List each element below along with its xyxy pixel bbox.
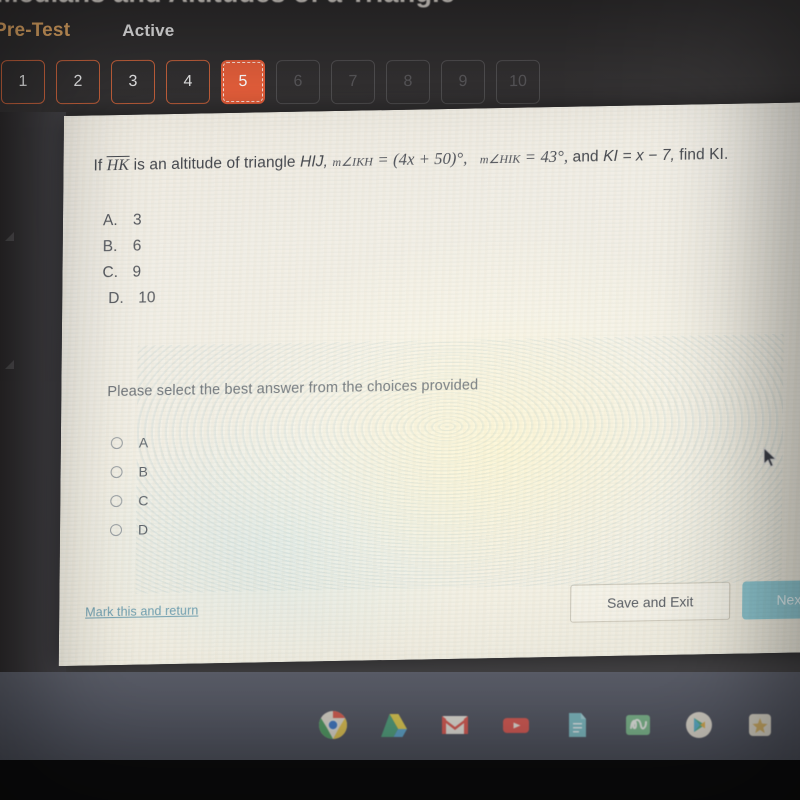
question-nav-item-5[interactable]: 5 <box>221 59 265 105</box>
taskbar-icon-row[interactable] <box>0 700 800 750</box>
assignment-state-label: Active <box>122 21 175 40</box>
radio-button-icon-c[interactable] <box>110 494 123 507</box>
next-button[interactable]: Next <box>742 579 800 620</box>
footer-buttons: Save and Exit Next <box>569 579 800 623</box>
question-nav-item-4[interactable]: 4 <box>166 59 210 105</box>
radio-label-b: B <box>138 462 148 480</box>
chrome-icon[interactable] <box>316 708 350 742</box>
segment-hk-label: HK <box>106 155 130 175</box>
question-nav-item-9: 9 <box>441 59 485 105</box>
mark-and-return-link[interactable]: Mark this and return <box>85 604 198 620</box>
choice-list: A. 3 B. 6 C. 9 D. 10 <box>102 195 800 312</box>
screen-photo: Medians and Altitudes of a Triangle Pre-… <box>0 0 800 800</box>
question-nav-item-3[interactable]: 3 <box>111 59 155 105</box>
question-seg-if: If <box>93 157 103 175</box>
angle-ikh-name: m∠IKH <box>332 154 374 170</box>
save-and-exit-button[interactable]: Save and Exit <box>569 581 731 623</box>
page-title: Medians and Altitudes of a Triangle <box>0 0 800 9</box>
choice-d-letter: D. <box>108 289 124 308</box>
question-nav-item-6: 6 <box>276 59 320 105</box>
triangle-hij-label: HIJ, <box>299 153 329 171</box>
answer-radio-group[interactable]: A B C D <box>109 415 800 544</box>
choice-a-letter: A. <box>102 212 118 230</box>
assignment-status-row: Pre-Test Active <box>0 20 174 42</box>
equals-sign-2: = <box>524 147 537 167</box>
gmail-icon[interactable] <box>438 708 472 742</box>
bezel-artifact-1 <box>5 232 14 241</box>
choice-d-value: 10 <box>138 289 156 307</box>
google-drive-icon[interactable] <box>377 708 411 742</box>
answer-prompt: Please select the best answer from the c… <box>107 377 479 401</box>
bezel-artifact-2 <box>5 360 14 369</box>
radio-button-icon-b[interactable] <box>110 465 123 478</box>
choice-c-letter: C. <box>102 264 119 282</box>
question-seg-mid: is an altitude of triangle <box>133 153 296 174</box>
choice-b-letter: B. <box>102 238 118 256</box>
question-nav-item-2[interactable]: 2 <box>56 59 100 105</box>
angle-ikh-value: (4x + 50)°, <box>393 148 468 169</box>
jamboard-icon[interactable] <box>621 708 655 742</box>
radio-label-c: C <box>138 491 149 509</box>
youtube-icon[interactable] <box>499 708 533 742</box>
question-footer: Mark this and return Save and Exit Next <box>59 579 800 632</box>
choice-c-value: 9 <box>132 263 142 281</box>
question-seg-and: and <box>572 148 599 166</box>
google-docs-icon[interactable] <box>560 708 594 742</box>
question-nav-item-8: 8 <box>386 59 430 105</box>
choice-a-value: 3 <box>132 211 142 229</box>
question-panel: If HK is an altitude of triangle HIJ, m∠… <box>58 102 800 667</box>
equals-sign-1: = <box>377 150 389 170</box>
monitor-bezel-bottom <box>0 760 800 800</box>
assignment-type-label: Pre-Test <box>0 20 71 41</box>
question-statement: If HK is an altitude of triangle HIJ, m∠… <box>93 142 800 175</box>
play-store-icon[interactable] <box>682 708 716 742</box>
star-app-icon[interactable] <box>743 708 777 742</box>
question-nav-item-10: 10 <box>496 59 540 105</box>
side-ki-expression: KI = x − 7, <box>603 146 675 166</box>
angle-hik-name: m∠HIK <box>479 151 521 167</box>
choice-b-value: 6 <box>132 237 142 255</box>
radio-button-icon-a[interactable] <box>110 436 123 449</box>
radio-label-d: D <box>137 520 149 538</box>
radio-button-icon-d[interactable] <box>109 523 123 536</box>
question-nav-item-7: 7 <box>331 59 375 105</box>
question-seg-find: find KI. <box>679 145 729 164</box>
question-nav-item-1[interactable]: 1 <box>1 59 45 105</box>
question-number-nav[interactable]: 1 2 3 4 5 6 7 8 9 10 <box>1 59 540 105</box>
question-panel-content: If HK is an altitude of triangle HIJ, m∠… <box>59 102 800 666</box>
angle-hik-value: 43°, <box>540 146 569 167</box>
radio-label-a: A <box>138 433 149 451</box>
monitor-bezel-left <box>0 112 66 672</box>
mouse-cursor-icon <box>763 446 778 468</box>
